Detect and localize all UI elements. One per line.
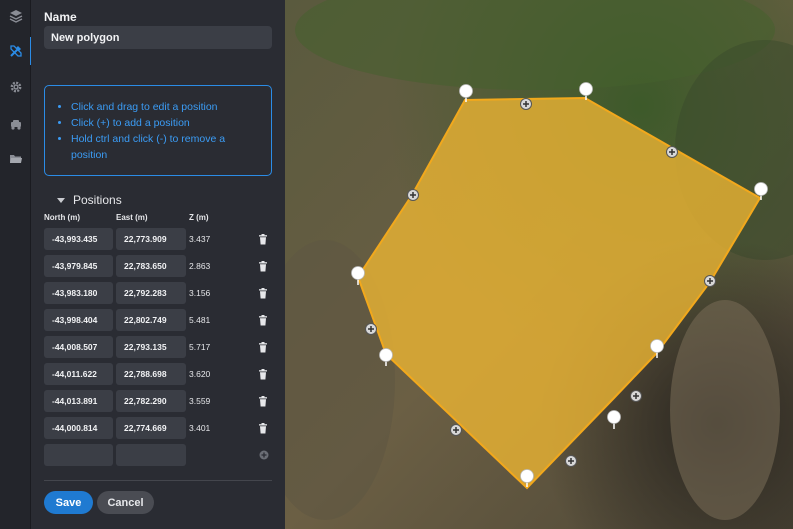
z-value: 5.481 xyxy=(189,315,211,325)
column-header-z: Z (m) xyxy=(189,213,209,222)
position-row: -43,998.404 22,802.749 5.481 xyxy=(44,309,284,331)
z-value: 3.156 xyxy=(189,288,211,298)
trash-icon[interactable] xyxy=(258,423,268,434)
map-viewport[interactable] xyxy=(285,0,793,529)
position-row: -44,008.507 22,793.135 5.717 xyxy=(44,336,284,358)
z-value: 3.559 xyxy=(189,396,211,406)
z-value: 5.717 xyxy=(189,342,211,352)
trash-icon[interactable] xyxy=(258,369,268,380)
east-input[interactable]: 22,783.650 xyxy=(116,255,186,277)
east-input[interactable]: 22,792.283 xyxy=(116,282,186,304)
icon-rail xyxy=(0,0,32,529)
help-box: Click and drag to edit a position Click … xyxy=(44,85,272,176)
position-row: -43,983.180 22,792.283 3.156 xyxy=(44,282,284,304)
position-row: -44,000.814 22,774.669 3.401 xyxy=(44,417,284,439)
position-row: -43,993.435 22,773.909 3.437 xyxy=(44,228,284,250)
north-input[interactable]: -44,013.891 xyxy=(44,390,113,412)
vehicle-icon xyxy=(10,120,21,130)
column-header-north: North (m) xyxy=(44,213,80,222)
positions-title: Positions xyxy=(73,193,122,207)
vehicle-button[interactable] xyxy=(0,108,31,140)
new-position-row xyxy=(44,444,284,466)
z-value: 3.401 xyxy=(189,423,211,433)
name-input[interactable] xyxy=(44,26,272,49)
z-value: 2.863 xyxy=(189,261,211,271)
gear-icon xyxy=(10,81,21,93)
north-input[interactable]: -43,998.404 xyxy=(44,309,113,331)
east-input[interactable]: 22,788.698 xyxy=(116,363,186,385)
east-input[interactable]: 22,793.135 xyxy=(116,336,186,358)
position-row: -44,011.622 22,788.698 3.620 xyxy=(44,363,284,385)
name-label: Name xyxy=(44,10,77,24)
trash-icon[interactable] xyxy=(258,396,268,407)
add-vertex-handle[interactable] xyxy=(630,390,642,402)
trash-icon[interactable] xyxy=(258,288,268,299)
cancel-button[interactable]: Cancel xyxy=(97,491,154,514)
divider xyxy=(44,480,272,481)
layers-button[interactable] xyxy=(0,0,31,32)
help-item: Click (+) to add a position xyxy=(71,115,261,131)
positions-toggle[interactable]: Positions xyxy=(57,193,122,207)
north-input[interactable]: -43,993.435 xyxy=(44,228,113,250)
polygon-editor-panel: Name Click and drag to edit a position C… xyxy=(31,0,285,529)
draw-tools-icon xyxy=(9,45,22,57)
terrain-view[interactable] xyxy=(285,0,793,529)
help-item: Hold ctrl and click (-) to remove a posi… xyxy=(71,131,261,163)
add-vertex-handle[interactable] xyxy=(520,98,532,110)
north-input[interactable]: -44,000.814 xyxy=(44,417,113,439)
position-row: -43,979.845 22,783.650 2.863 xyxy=(44,255,284,277)
north-input[interactable]: -44,008.507 xyxy=(44,336,113,358)
trash-icon[interactable] xyxy=(258,261,268,272)
terrain-ridge xyxy=(670,300,780,520)
save-button[interactable]: Save xyxy=(44,491,93,514)
add-vertex-handle[interactable] xyxy=(565,455,577,467)
add-vertex-handle[interactable] xyxy=(450,424,462,436)
east-input[interactable]: 22,782.290 xyxy=(116,390,186,412)
new-east-input[interactable] xyxy=(116,444,186,466)
help-item: Click and drag to edit a position xyxy=(71,99,261,115)
north-input[interactable]: -44,011.622 xyxy=(44,363,113,385)
add-vertex-handle[interactable] xyxy=(704,275,716,287)
east-input[interactable]: 22,802.749 xyxy=(116,309,186,331)
settings-button[interactable] xyxy=(0,71,31,103)
trash-icon[interactable] xyxy=(258,315,268,326)
z-value: 3.437 xyxy=(189,234,211,244)
trash-icon[interactable] xyxy=(258,342,268,353)
add-vertex-handle[interactable] xyxy=(666,146,678,158)
column-header-east: East (m) xyxy=(116,213,148,222)
add-vertex-handle[interactable] xyxy=(365,323,377,335)
east-input[interactable]: 22,773.909 xyxy=(116,228,186,250)
chevron-down-icon xyxy=(57,197,65,203)
trash-icon[interactable] xyxy=(258,234,268,245)
position-row: -44,013.891 22,782.290 3.559 xyxy=(44,390,284,412)
add-vertex-handle[interactable] xyxy=(407,189,419,201)
north-input[interactable]: -43,979.845 xyxy=(44,255,113,277)
folder-button[interactable] xyxy=(0,143,31,175)
draw-tools-button[interactable] xyxy=(0,35,32,67)
add-position-icon[interactable] xyxy=(259,450,269,460)
layers-icon xyxy=(9,10,22,23)
folder-icon xyxy=(9,155,22,163)
z-value: 3.620 xyxy=(189,369,211,379)
new-north-input[interactable] xyxy=(44,444,113,466)
north-input[interactable]: -43,983.180 xyxy=(44,282,113,304)
east-input[interactable]: 22,774.669 xyxy=(116,417,186,439)
